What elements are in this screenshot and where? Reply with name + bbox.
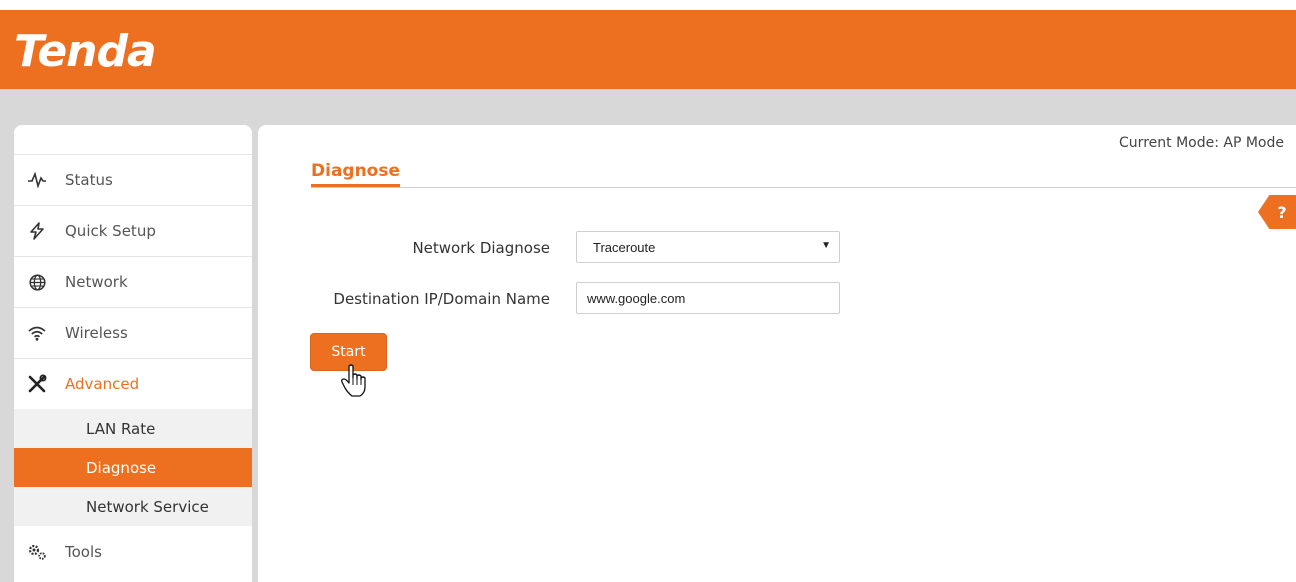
sidebar-item-label: Network [65, 273, 128, 291]
chevron-down-icon: ▼ [821, 240, 831, 251]
sidebar-menu: Status Quick Setup Network Wireless Adva… [14, 154, 252, 577]
hand-cursor-icon [341, 364, 366, 397]
sidebar-item-label: Quick Setup [65, 222, 156, 240]
destination-input[interactable]: www.google.com [576, 282, 840, 314]
sidebar-item-label: Tools [65, 542, 102, 561]
network-diagnose-value: Traceroute [593, 239, 656, 255]
lightning-icon [27, 221, 47, 241]
globe-icon [27, 272, 47, 292]
submenu-item-lan-rate[interactable]: LAN Rate [14, 409, 252, 448]
network-diagnose-label: Network Diagnose [412, 239, 550, 257]
sidebar-item-tools[interactable]: Tools [14, 526, 252, 577]
submenu-item-diagnose[interactable]: Diagnose [14, 448, 252, 487]
main-content: Current Mode: AP Mode Diagnose ? Network… [258, 125, 1296, 582]
help-button[interactable]: ? [1258, 195, 1296, 229]
gears-icon [27, 542, 47, 562]
current-mode-text: Current Mode: AP Mode [1119, 135, 1284, 151]
submenu-item-network-service[interactable]: Network Service [14, 487, 252, 526]
sidebar-item-label: Status [65, 171, 113, 189]
sidebar-item-quick-setup[interactable]: Quick Setup [14, 205, 252, 256]
network-diagnose-select[interactable]: Traceroute ▼ [576, 231, 840, 263]
page-title: Diagnose [311, 161, 401, 187]
help-icon: ? [1277, 202, 1287, 222]
tools-icon [27, 374, 47, 394]
sidebar-item-advanced[interactable]: Advanced [14, 358, 252, 409]
sidebar-item-label: Wireless [65, 324, 128, 342]
sidebar-item-status[interactable]: Status [14, 154, 252, 205]
tenda-logo: Tenda [14, 26, 157, 77]
header-bar: Tenda [0, 10, 1296, 89]
pulse-icon [27, 170, 47, 190]
sidebar-item-label: Advanced [65, 375, 140, 393]
sidebar-item-wireless[interactable]: Wireless [14, 307, 252, 358]
wifi-icon [27, 323, 47, 343]
sidebar: Status Quick Setup Network Wireless Adva… [14, 125, 252, 582]
destination-label: Destination IP/Domain Name [333, 290, 550, 308]
destination-value: www.google.com [587, 290, 686, 306]
sidebar-item-network[interactable]: Network [14, 256, 252, 307]
title-divider [311, 187, 1296, 188]
